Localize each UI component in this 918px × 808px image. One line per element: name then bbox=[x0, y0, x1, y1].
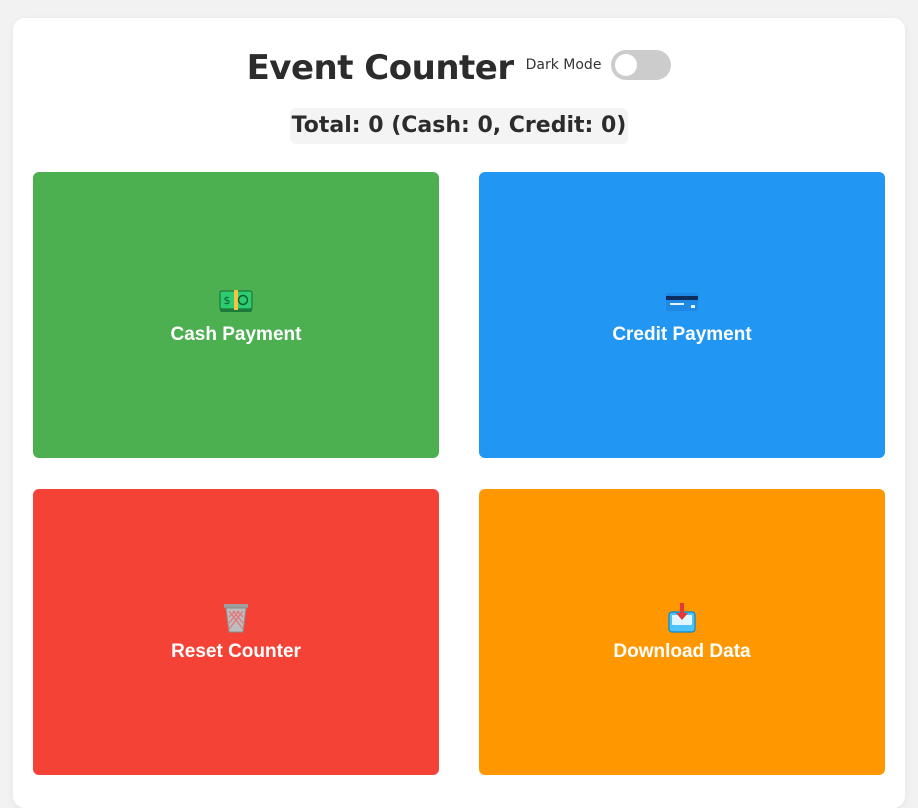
dark-mode-toggle[interactable] bbox=[611, 50, 672, 80]
header: Event Counter Dark Mode bbox=[13, 46, 905, 90]
reset-counter-label: Reset Counter bbox=[171, 641, 301, 662]
toggle-knob bbox=[615, 54, 638, 76]
inbox-download-icon bbox=[664, 601, 700, 635]
dark-mode-label: Dark Mode bbox=[525, 57, 602, 73]
reset-counter-button[interactable]: Reset Counter bbox=[33, 489, 439, 775]
credit-card-icon bbox=[664, 284, 700, 318]
cash-payment-label: Cash Payment bbox=[170, 324, 302, 345]
counter-card: Event Counter Dark Mode Total: 0 (Cash: … bbox=[13, 18, 905, 808]
download-data-button[interactable]: Download Data bbox=[479, 489, 885, 775]
page-title: Event Counter bbox=[246, 48, 515, 88]
download-data-label: Download Data bbox=[613, 641, 751, 662]
money-icon: $ bbox=[218, 284, 254, 318]
wastebasket-icon bbox=[218, 601, 254, 635]
dark-mode-control: Dark Mode bbox=[526, 50, 672, 80]
svg-text:$: $ bbox=[224, 294, 231, 307]
credit-payment-label: Credit Payment bbox=[612, 324, 752, 345]
cash-payment-button[interactable]: $ Cash Payment bbox=[33, 172, 439, 458]
total-text: Total: 0 (Cash: 0, Credit: 0) bbox=[289, 108, 629, 144]
credit-payment-button[interactable]: Credit Payment bbox=[479, 172, 885, 458]
total-summary: Total: 0 (Cash: 0, Credit: 0) bbox=[13, 108, 905, 144]
